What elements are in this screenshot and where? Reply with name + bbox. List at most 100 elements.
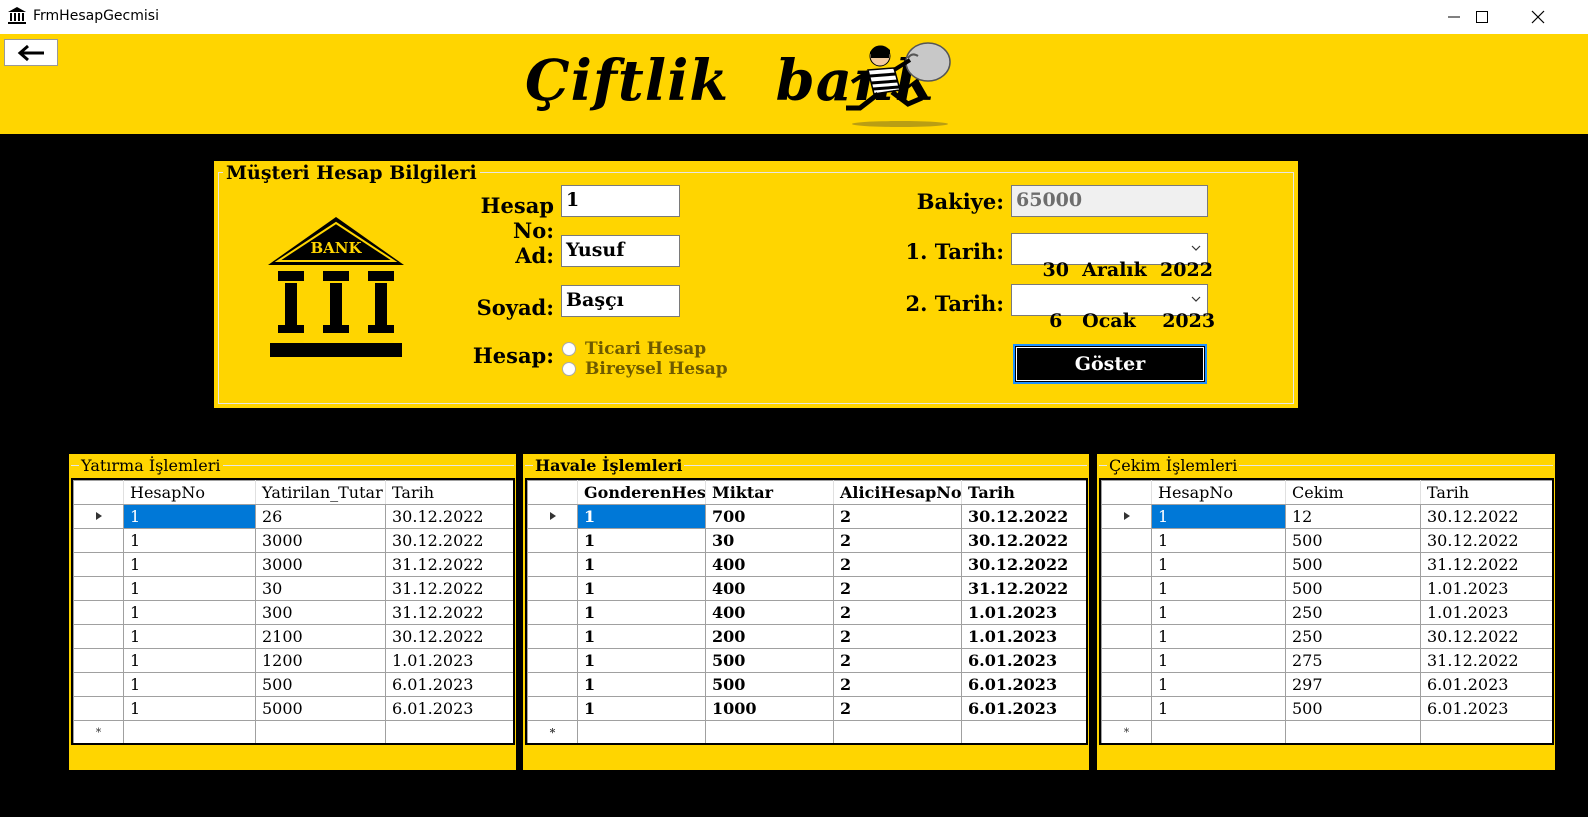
table-cell[interactable]: 1.01.2023	[1420, 600, 1552, 625]
table-cell[interactable]: 30.12.2022	[1420, 624, 1552, 649]
row-header-cell[interactable]	[1101, 600, 1152, 625]
table-cell[interactable]: 1	[577, 552, 706, 577]
table-cell[interactable]: 1	[577, 672, 706, 697]
column-header[interactable]: Tarih	[385, 480, 513, 505]
column-header[interactable]: Yatirilan_Tutar	[255, 480, 386, 505]
row-header-cell[interactable]	[527, 576, 578, 601]
table-cell[interactable]: 200	[705, 624, 834, 649]
yatirma-grid[interactable]: HesapNo Yatirilan_Tutar Tarih 1 26 30.12.2022…	[71, 478, 515, 745]
table-cell[interactable]: 2	[833, 576, 962, 601]
table-cell[interactable]	[1151, 720, 1286, 743]
row-header-cell[interactable]	[1101, 624, 1152, 649]
corner-header-cell[interactable]	[73, 480, 124, 505]
soyad-field[interactable]: Başçı	[561, 285, 680, 317]
table-cell[interactable]	[385, 720, 513, 743]
table-row[interactable]: 1 297 6.01.2023	[1101, 672, 1552, 697]
table-cell[interactable]: 6.01.2023	[1420, 672, 1552, 697]
table-cell[interactable]: 500	[1285, 576, 1421, 601]
hesap-no-field[interactable]: 1	[561, 185, 680, 217]
table-row[interactable]: 1 1000 2 6.01.2023	[527, 696, 1086, 721]
table-row[interactable]: 1 3000 31.12.2022	[73, 552, 513, 577]
table-row[interactable]: 1 500 6.01.2023	[73, 672, 513, 697]
table-cell[interactable]: 1	[1151, 576, 1286, 601]
table-cell[interactable]: 1	[123, 528, 256, 553]
table-cell[interactable]: 1	[123, 624, 256, 649]
table-cell[interactable]: 30.12.2022	[961, 504, 1086, 529]
row-header-cell[interactable]	[527, 600, 578, 625]
ad-field[interactable]: Yusuf	[561, 235, 680, 267]
row-header-cell[interactable]	[527, 648, 578, 673]
table-cell[interactable]: 1	[123, 576, 256, 601]
table-cell[interactable]: 30	[255, 576, 386, 601]
new-row[interactable]: *	[73, 720, 513, 743]
column-header[interactable]: AliciHesapNo	[833, 480, 962, 505]
table-row[interactable]: 1 400 2 31.12.2022	[527, 576, 1086, 601]
table-row[interactable]: 1 250 30.12.2022	[1101, 624, 1552, 649]
new-row-marker[interactable]: *	[1101, 720, 1152, 743]
ticari-hesap-radio[interactable]: Ticari Hesap	[562, 339, 706, 359]
table-cell[interactable]: 400	[705, 576, 834, 601]
table-cell[interactable]: 1	[577, 624, 706, 649]
bakiye-field[interactable]: 65000	[1011, 185, 1208, 217]
cekim-grid[interactable]: HesapNo Cekim Tarih 1 12 30.12.2022 1 500 30.12.…	[1099, 478, 1554, 745]
row-header-cell[interactable]	[73, 504, 124, 529]
table-cell[interactable]: 500	[705, 648, 834, 673]
table-cell[interactable]: 1	[1151, 600, 1286, 625]
table-cell[interactable]	[1420, 720, 1552, 743]
table-cell[interactable]	[1285, 720, 1421, 743]
table-cell[interactable]: 1000	[705, 696, 834, 721]
table-cell[interactable]: 30.12.2022	[1420, 504, 1552, 529]
row-header-cell[interactable]	[1101, 648, 1152, 673]
table-cell[interactable]: 6.01.2023	[1420, 696, 1552, 721]
table-cell[interactable]: 30.12.2022	[385, 504, 513, 529]
table-cell[interactable]: 30	[705, 528, 834, 553]
table-cell[interactable]	[961, 720, 1086, 743]
column-header[interactable]: GonderenHesapNo	[577, 480, 706, 505]
column-header[interactable]: Tarih	[961, 480, 1086, 505]
table-cell[interactable]: 1	[1151, 672, 1286, 697]
row-header-cell[interactable]	[73, 600, 124, 625]
table-cell[interactable]: 1	[123, 648, 256, 673]
table-cell[interactable]: 2100	[255, 624, 386, 649]
table-row[interactable]: 1 500 1.01.2023	[1101, 576, 1552, 601]
corner-header-cell[interactable]	[527, 480, 578, 505]
table-cell[interactable]: 30.12.2022	[385, 528, 513, 553]
table-cell[interactable]: 275	[1285, 648, 1421, 673]
table-cell[interactable]: 2	[833, 504, 962, 529]
new-row[interactable]: *	[1101, 720, 1552, 743]
row-header-cell[interactable]	[1101, 504, 1152, 529]
table-cell[interactable]: 500	[1285, 528, 1421, 553]
column-header[interactable]: Cekim	[1285, 480, 1421, 505]
table-cell[interactable]: 3000	[255, 552, 386, 577]
table-cell[interactable]: 6.01.2023	[961, 696, 1086, 721]
table-row[interactable]: 1 500 30.12.2022	[1101, 528, 1552, 553]
row-header-cell[interactable]	[527, 696, 578, 721]
table-row[interactable]: 1 500 31.12.2022	[1101, 552, 1552, 577]
table-row[interactable]: 1 1200 1.01.2023	[73, 648, 513, 673]
table-cell[interactable]: 2	[833, 600, 962, 625]
row-header-cell[interactable]	[73, 696, 124, 721]
table-cell[interactable]	[833, 720, 962, 743]
table-cell[interactable]: 1	[123, 600, 256, 625]
table-cell[interactable]: 250	[1285, 600, 1421, 625]
row-header-cell[interactable]	[73, 528, 124, 553]
new-row-marker[interactable]: *	[73, 720, 124, 743]
close-button[interactable]	[1510, 0, 1566, 34]
table-cell[interactable]: 30.12.2022	[961, 552, 1086, 577]
row-header-cell[interactable]	[527, 672, 578, 697]
table-cell[interactable]: 2	[833, 624, 962, 649]
table-cell[interactable]: 1	[123, 552, 256, 577]
goster-button[interactable]: Göster	[1013, 344, 1207, 384]
tarih1-datepicker[interactable]: 30 Aralık 2022	[1011, 233, 1213, 281]
table-cell[interactable]: 1.01.2023	[1420, 576, 1552, 601]
table-cell[interactable]: 3000	[255, 528, 386, 553]
table-cell[interactable]: 1	[1151, 624, 1286, 649]
table-cell[interactable]: 1	[123, 504, 256, 529]
table-cell[interactable]: 1	[1151, 552, 1286, 577]
table-cell[interactable]: 500	[255, 672, 386, 697]
table-cell[interactable]: 500	[1285, 696, 1421, 721]
row-header-cell[interactable]	[73, 624, 124, 649]
column-header[interactable]: Tarih	[1420, 480, 1552, 505]
table-cell[interactable]: 5000	[255, 696, 386, 721]
table-cell[interactable]: 1	[1151, 528, 1286, 553]
